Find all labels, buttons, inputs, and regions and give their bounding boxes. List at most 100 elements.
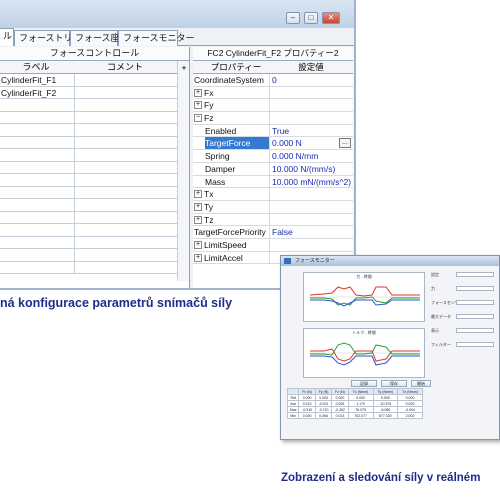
list-row[interactable] (0, 261, 189, 274)
setting-field[interactable] (456, 272, 494, 277)
list-scrollbar[interactable]: + (177, 61, 189, 281)
property-header: プロパティー 設定値 (193, 61, 353, 74)
property-row-spring[interactable]: Spring 0.000 N/mm (193, 150, 353, 163)
list-row[interactable] (0, 249, 189, 262)
plus-icon[interactable]: + (179, 63, 189, 73)
table-cell: 0.013 (331, 412, 349, 419)
property-value[interactable] (269, 86, 353, 99)
setting-label: フィルター (431, 342, 451, 347)
property-value[interactable] (269, 200, 353, 213)
table-cell: 2.002 (397, 412, 423, 419)
column-header-comment[interactable]: コメント (75, 61, 175, 73)
list-row-label (0, 174, 75, 186)
list-row-label (0, 261, 75, 273)
expand-icon[interactable]: + (194, 88, 202, 97)
maximize-button[interactable]: □ (304, 12, 318, 24)
list-row[interactable] (0, 99, 189, 112)
property-row-mass[interactable]: Mass 10.000 mN/(mm/s^2) (193, 175, 353, 189)
property-row-coordinatesystem[interactable]: CoordinateSystem 0 (193, 74, 353, 87)
property-value[interactable]: True (269, 124, 353, 137)
list-row[interactable]: CylinderFit_F2 (0, 86, 189, 99)
record-button[interactable]: 記録 (351, 380, 377, 387)
setting-field[interactable] (456, 314, 494, 319)
property-value[interactable]: 0 (269, 74, 353, 86)
collapse-icon[interactable]: − (194, 114, 202, 123)
property-row-fx[interactable]: + Fx (193, 86, 353, 100)
expand-icon[interactable]: + (194, 253, 202, 262)
property-row-tz[interactable]: + Tz (193, 213, 353, 227)
setting-field[interactable] (456, 328, 494, 333)
property-rows: CoordinateSystem 0 + Fx + Fy − Fz Enabled True Tar… (193, 74, 353, 265)
force-control-list: フォースコントロール ラベル コメント CylinderFit_F1 Cylind… (0, 47, 190, 288)
property-name: Fy (204, 100, 214, 111)
property-name: Mass (205, 176, 226, 187)
list-row[interactable]: CylinderFit_F1 (0, 74, 189, 87)
property-row-limitspeed[interactable]: + LimitSpeed (193, 238, 353, 252)
force-data-table: Fx (N) Fy (N) Fz (N) Tx (Nmm) Ty (Nmm) Tz (Nm… (286, 388, 423, 419)
tab-force-monitor[interactable]: フォースモニター (118, 30, 195, 46)
list-row[interactable] (0, 199, 189, 212)
property-value[interactable] (269, 213, 353, 226)
setting-field[interactable] (456, 286, 494, 291)
list-row[interactable] (0, 136, 189, 149)
fy-series-line (310, 296, 420, 306)
table-cell: 0.020 (298, 412, 316, 419)
list-row[interactable] (0, 149, 189, 162)
expand-icon[interactable]: + (194, 101, 202, 110)
tz-series-line (310, 355, 420, 366)
fx-series-line (309, 286, 420, 297)
property-name: TargetForce (205, 137, 269, 150)
list-row-label (0, 124, 75, 136)
list-row[interactable] (0, 236, 189, 249)
list-row-label (0, 236, 75, 248)
list-row[interactable] (0, 224, 189, 237)
property-name: Ty (204, 201, 213, 212)
ellipsis-button[interactable]: ... (339, 138, 351, 149)
property-row-ty[interactable]: + Ty (193, 200, 353, 214)
property-name: Spring (205, 151, 230, 162)
property-value[interactable]: False (269, 226, 353, 238)
list-row[interactable] (0, 111, 189, 124)
property-row-targetforce[interactable]: TargetForce 0.000 N... (193, 137, 353, 151)
torque-chart: トルク - 時間 (303, 328, 425, 378)
list-row[interactable] (0, 124, 189, 137)
property-value[interactable]: 10.000 mN/(mm/s^2) (269, 175, 353, 188)
tab-force-trigger[interactable]: フォーストリガー (14, 30, 91, 46)
list-row[interactable] (0, 211, 189, 224)
setting-field[interactable] (456, 342, 494, 347)
property-value[interactable] (269, 238, 353, 251)
column-header-label[interactable]: ラベル (0, 61, 72, 73)
table-cell: 677.320 (372, 412, 399, 419)
close-button[interactable]: ✕ (322, 12, 340, 24)
expand-icon[interactable]: + (194, 240, 202, 249)
property-row-tx[interactable]: + Tx (193, 188, 353, 201)
minimize-button[interactable]: – (286, 12, 300, 24)
force-chart-title: 力 - 時間 (356, 274, 372, 279)
property-row-enabled[interactable]: Enabled True (193, 124, 353, 138)
setting-field[interactable] (456, 300, 494, 305)
save-button[interactable]: 保存 (381, 380, 407, 387)
list-row-label (0, 149, 75, 161)
property-row-fz[interactable]: − Fz (193, 112, 353, 125)
start-button[interactable]: 開始 (411, 380, 431, 387)
expand-icon[interactable]: + (194, 190, 202, 199)
tab-force-coordinate[interactable]: フォース座標 (70, 30, 129, 46)
expand-icon[interactable]: + (194, 215, 202, 224)
property-row-targetforcepriority[interactable]: TargetForcePriority False (193, 226, 353, 239)
list-row[interactable] (0, 161, 189, 174)
property-value[interactable] (269, 188, 353, 200)
property-row-damper[interactable]: Damper 10.000 N/(mm/s) (193, 162, 353, 176)
expand-icon[interactable]: + (194, 202, 202, 211)
property-value[interactable]: 0.000 N/mm (269, 150, 353, 162)
title-bar: – □ ✕ (0, 0, 354, 28)
property-value[interactable]: 10.000 N/(mm/s) (269, 162, 353, 175)
list-row-label (0, 136, 75, 148)
property-name: TargetForcePriority (194, 227, 266, 238)
property-value[interactable] (269, 112, 353, 124)
property-value[interactable] (269, 99, 353, 112)
property-row-fy[interactable]: + Fy (193, 99, 353, 113)
list-row[interactable] (0, 174, 189, 187)
fz-series-line (310, 299, 420, 307)
list-row[interactable] (0, 186, 189, 199)
tab-force-control[interactable]: ル (0, 28, 14, 46)
